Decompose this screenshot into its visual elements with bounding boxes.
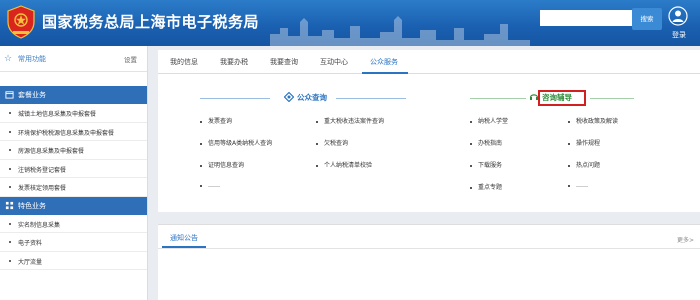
sidebar-item-label: 大厅流量 (18, 258, 43, 266)
active-tab-indicator (362, 72, 408, 74)
bullet-icon (568, 120, 570, 123)
sidebar-item-label: 注销税务登记套餐 (18, 166, 67, 174)
divider-line (590, 98, 634, 99)
bullet-icon (316, 164, 318, 167)
bullet-icon (316, 142, 318, 145)
sidebar-item[interactable]: 发票核定领用套餐 (0, 178, 147, 197)
tab-public-service[interactable]: 公众服务 (370, 57, 398, 67)
link-download-service[interactable]: 下载服务 (470, 160, 502, 169)
sidebar-item-label: 环境保护税税源信息采集及申报套餐 (18, 129, 115, 137)
link-tax-policy[interactable]: 税收政策及解读 (568, 116, 618, 125)
divider-line (200, 98, 270, 99)
tax-emblem-logo (7, 5, 35, 39)
bullet-icon (9, 222, 11, 225)
main-panel: 我的信息 我要办税 我要查询 互动中心 公众服务 (158, 50, 700, 212)
bullet-icon (200, 120, 202, 123)
divider-line (158, 248, 700, 249)
link-key-topics[interactable]: 重点专题 (470, 182, 502, 191)
link-certificate-query[interactable]: 证明信息查询 (200, 160, 244, 169)
more-link[interactable]: 更多> (677, 235, 694, 244)
favorites-header[interactable]: ☆ 常用功能 设置 (0, 46, 147, 72)
group-label: 特色业务 (18, 201, 46, 210)
bullet-icon (9, 259, 11, 262)
link-credit-a-query[interactable]: 信用等级A类纳税人查询 (200, 138, 272, 147)
bullet-icon (568, 142, 570, 145)
sidebar-item[interactable]: 注销税务登记套餐 (0, 160, 147, 178)
settings-link[interactable]: 设置 (124, 54, 137, 64)
bullet-icon (470, 186, 472, 189)
link-tax-guide[interactable]: 办税指南 (470, 138, 502, 147)
login-link[interactable]: 登录 (672, 30, 686, 40)
sidebar-item[interactable]: 大厅流量 (0, 252, 147, 270)
package-icon (5, 91, 14, 99)
sidebar-item[interactable]: 房源信息采集及申报套餐 (0, 141, 147, 160)
sidebar-item[interactable]: 电子资料 (0, 233, 147, 252)
sidebar: ☆ 常用功能 设置 套餐业务 城镇土地信息采集及申报套餐 环境保护税税源信息采集… (0, 46, 148, 300)
bullet-icon (9, 149, 11, 151)
link-major-violation-query[interactable]: 重大税收违法案件查询 (316, 116, 384, 125)
bullet-icon (9, 186, 11, 188)
bullet-icon (568, 184, 570, 187)
link-operation-rules[interactable]: 操作规程 (568, 138, 600, 147)
divider-line (470, 98, 526, 99)
bullet-icon (200, 164, 202, 167)
tab-my-info[interactable]: 我的信息 (170, 57, 198, 67)
group-header-packages[interactable]: 套餐业务 (0, 86, 147, 104)
bullet-icon (9, 112, 11, 114)
bullet-icon (568, 164, 570, 167)
sidebar-item[interactable]: 城镇土地信息采集及申报套餐 (0, 104, 147, 123)
sidebar-item[interactable]: 环境保护税税源信息采集及申报套餐 (0, 123, 147, 141)
bullet-icon (9, 130, 11, 133)
site-title: 国家税务总局上海市电子税务局 (42, 13, 260, 31)
header-bar: 国家税务总局上海市电子税务局 搜索 登录 (0, 0, 700, 46)
bullet-icon (316, 120, 318, 123)
grid-icon (5, 201, 14, 209)
sidebar-item-label: 发票核定领用套餐 (18, 185, 67, 192)
link-more-consult[interactable]: …… (568, 182, 588, 189)
tab-tax-handling[interactable]: 我要办税 (220, 57, 248, 67)
sidebar-item-label: 实名制信息采集 (18, 221, 61, 229)
sidebar-item-label: 房源信息采集及申报套餐 (18, 148, 85, 155)
notice-title-underline (162, 246, 206, 248)
public-query-icon (284, 92, 294, 102)
section-title-public-query: 公众查询 (297, 93, 327, 102)
tab-bar: 我的信息 我要办税 我要查询 互动中心 公众服务 (158, 50, 700, 74)
favorites-label: 常用功能 (18, 55, 46, 63)
search-button[interactable]: 搜索 (632, 8, 662, 30)
group-header-features[interactable]: 特色业务 (0, 196, 147, 215)
link-personal-tax-check[interactable]: 个人纳税清单校验 (316, 160, 372, 169)
skyline-decoration (270, 16, 530, 46)
user-icon[interactable] (668, 6, 688, 26)
bullet-icon (470, 120, 472, 123)
group-label: 套餐业务 (18, 91, 46, 99)
star-icon: ☆ (4, 54, 13, 64)
highlight-box (538, 90, 586, 106)
link-more-query[interactable]: …… (200, 182, 220, 189)
divider-line (336, 98, 406, 99)
tab-interaction[interactable]: 互动中心 (320, 57, 348, 67)
bullet-icon (470, 164, 472, 167)
notice-panel: 通知公告 更多> (158, 224, 700, 300)
tab-query[interactable]: 我要查询 (270, 57, 298, 67)
bullet-icon (200, 142, 202, 145)
bullet-icon (200, 184, 202, 187)
sidebar-item-label: 电子资料 (18, 240, 43, 247)
bullet-icon (9, 167, 11, 170)
link-invoice-query[interactable]: 发票查询 (200, 116, 232, 125)
link-tax-arrears-query[interactable]: 欠税查询 (316, 138, 348, 147)
link-hot-questions[interactable]: 热点问题 (568, 160, 600, 169)
bullet-icon (9, 241, 11, 243)
notice-title[interactable]: 通知公告 (170, 233, 198, 243)
link-taxpayer-school[interactable]: 纳税人学堂 (470, 116, 508, 125)
search-input[interactable] (540, 10, 632, 26)
sidebar-item-label: 城镇土地信息采集及申报套餐 (18, 111, 97, 118)
bullet-icon (470, 142, 472, 145)
sidebar-item[interactable]: 实名制信息采集 (0, 215, 147, 233)
